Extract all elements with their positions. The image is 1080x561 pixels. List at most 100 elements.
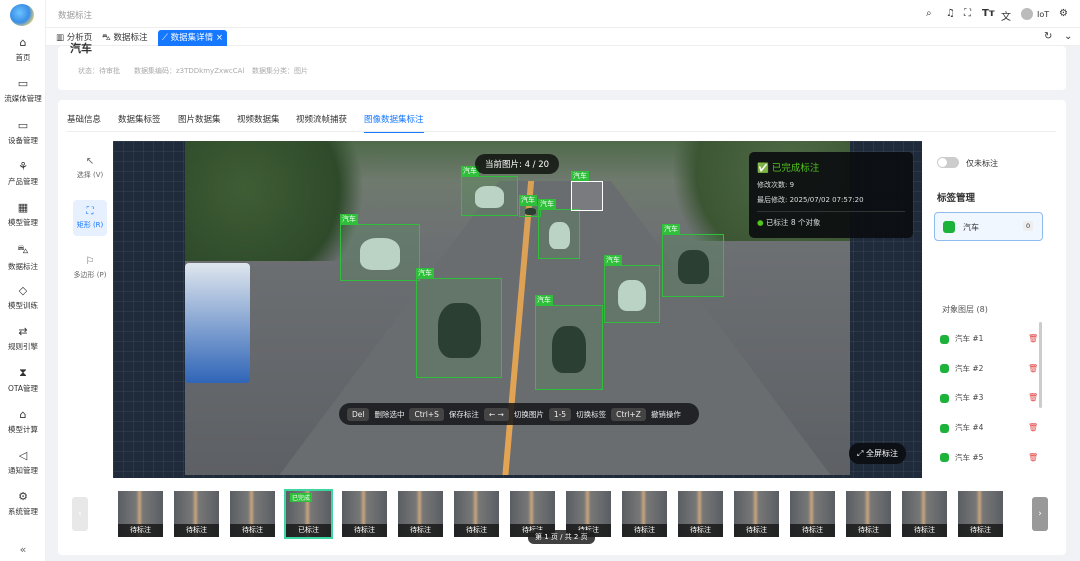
sidebar-item-2[interactable]: ▭ 设备管理 [0,119,46,146]
annotation-box[interactable]: 汽车 [461,166,518,216]
sidebar-item-3[interactable]: ⚘ 产品管理 [0,160,46,187]
sidebar-item-1[interactable]: ▭ 流媒体管理 [0,77,46,104]
annotation-box[interactable]: 汽车 [416,268,502,378]
sidebar-icon: ◁ [18,449,28,462]
hotkey-bar: Del 删除选中 Ctrl+S 保存标注 ← → 切换图片 1-5 切换标签 Ctrl+Z 撤销操… [339,403,699,425]
annotation-box[interactable]: 汽车 [538,199,580,259]
page-tab-5[interactable]: 图像数据集标注 [364,113,424,133]
thumbnail[interactable]: 待标注 [678,491,723,537]
sidebar-item-label: OTA管理 [7,384,39,394]
thumbnail[interactable]: 待标注 [958,491,1003,537]
sidebar-item-label: 模型管理 [8,218,38,228]
annotation-canvas[interactable]: 汽车 汽车 汽车 汽车 汽车 汽车 汽车 汽车 汽车 当前图片: 4 / 20 ✅ 已完成标注 … [113,141,922,478]
tool-2[interactable]: ⚐ 多边形 (P) [73,250,107,286]
selected-annotation-box[interactable]: 汽车 [571,171,603,211]
thumbnail[interactable]: 待标注 [622,491,667,537]
thumbnail-status: 待标注 [622,524,667,537]
hotkey-key: ← → [483,407,509,421]
close-icon[interactable]: × [216,33,223,43]
thumbnail-status: 待标注 [454,524,499,537]
annotation-box[interactable]: 汽车 [662,224,724,297]
only-unlabeled-toggle[interactable] [937,157,959,168]
sidebar-icon: ⚘ [18,159,28,173]
layers-scrollbar[interactable] [1039,322,1042,408]
thumbnail[interactable]: 待标注 [118,491,163,537]
translate-icon[interactable]: 文 [1001,8,1011,23]
page-tab-2[interactable]: 图片数据集 [178,113,221,125]
thumbnail[interactable]: 待标注 [454,491,499,537]
label-item-car[interactable]: 汽车 0 [934,212,1043,241]
expand-icon: ⤢ [857,449,866,458]
sidebar-icon: ⚙ [18,490,28,504]
sidebar-item-11[interactable]: ⚙ 系统管理 [0,490,46,517]
sidebar-item-9[interactable]: ⌂ 模型计算 [0,408,46,435]
hotkey-label: 撤销操作 [650,409,681,419]
avatar[interactable] [1021,8,1033,20]
layer-item[interactable]: 汽车 #3 🗑 [940,392,1040,404]
layer-color-swatch [940,334,949,344]
sidebar-item-10[interactable]: ◁ 通知管理 [0,449,46,476]
bell-icon[interactable]: ♫ [946,8,955,19]
layer-name: 汽车 #4 [955,423,984,433]
dataset-category: 数据集分类：图片 [252,67,308,75]
next-page-button[interactable]: › [1032,497,1048,531]
layer-item[interactable]: 汽车 #4 🗑 [940,422,1040,434]
box-label: 汽车 [538,199,556,209]
annotation-box[interactable]: 汽车 [340,214,420,281]
sidebar-item-0[interactable]: ⌂ 首页 [0,36,46,63]
thumbnail-status: 待标注 [230,524,275,537]
thumbnail[interactable]: 已完成 已标注 [284,489,333,539]
chevron-down-icon[interactable]: ⌄ [1064,31,1072,42]
thumbnail-status: 待标注 [734,524,779,537]
trash-icon[interactable]: 🗑 [1028,363,1038,375]
layer-color-swatch [940,393,949,403]
sidebar-item-6[interactable]: ◇ 模型训练 [0,284,46,311]
search-icon[interactable]: ⌕ [926,8,932,19]
tool-label: 矩形 (R) [76,221,104,229]
tool-0[interactable]: ↖ 选择 (V) [73,150,107,186]
layer-item[interactable]: 汽车 #5 🗑 [940,452,1040,464]
sidebar-item-5[interactable]: ⛍ 数据标注 [0,243,46,272]
label-color-swatch [943,221,955,233]
page-tab-1[interactable]: 数据集标签 [118,113,161,125]
sidebar-item-4[interactable]: ▦ 模型管理 [0,201,46,228]
gear-icon[interactable]: ⚙ [1059,8,1068,19]
annotation-box[interactable]: 汽车 [604,255,660,323]
sidebar-item-8[interactable]: ⧗ OTA管理 [0,366,46,394]
tab-data-annotation[interactable]: ⛍ 数据标注 [98,30,151,46]
user-name[interactable]: IoT [1037,10,1049,19]
thumbnail[interactable]: 待标注 [230,491,275,537]
tool-1[interactable]: ⛶ 矩形 (R) [73,200,107,236]
dataset-header: 汽车 状态：待审批 数据集编码：z3TDDkmyZxwcCAl 数据集分类：图片 [58,42,1066,90]
layer-name: 汽车 #2 [955,363,984,373]
layer-item[interactable]: 汽车 #2 🗑 [940,363,1040,375]
refresh-icon[interactable]: ↻ [1044,31,1052,42]
prev-page-button[interactable]: ‹ [72,497,88,531]
trash-icon[interactable]: 🗑 [1028,333,1038,345]
thumbnail[interactable]: 待标注 [734,491,779,537]
trash-icon[interactable]: 🗑 [1028,452,1038,464]
collapse-sidebar-button[interactable]: « [0,543,46,556]
fullscreen-icon[interactable]: ⛶ [964,8,971,19]
thumbnail[interactable]: 待标注 [398,491,443,537]
sidebar-item-7[interactable]: ⇄ 规则引擎 [0,325,46,352]
layer-item[interactable]: 汽车 #1 🗑 [940,333,1040,345]
thumbnail[interactable]: 待标注 [790,491,835,537]
page-tab-3[interactable]: 视频数据集 [237,113,280,125]
font-size-icon[interactable]: Tт [982,8,995,19]
box-label: 汽车 [604,255,622,265]
thumbnail[interactable]: 待标注 [174,491,219,537]
tab-dataset-detail[interactable]: ⟋ 数据集详情 × [158,30,227,46]
thumbnail[interactable]: 待标注 [342,491,387,537]
hotkey-key: 1-5 [548,407,572,421]
fullscreen-annotate-button[interactable]: ⤢ 全屏标注 [849,443,906,464]
layer-name: 汽车 #1 [955,334,984,343]
trash-icon[interactable]: 🗑 [1028,392,1038,404]
page-tab-4[interactable]: 视频流帧捕获 [296,113,347,125]
hotkey-label: 删除选中 [374,409,405,419]
trash-icon[interactable]: 🗑 [1028,422,1038,434]
page-tab-0[interactable]: 基础信息 [67,113,101,125]
thumbnail[interactable]: 待标注 [846,491,891,537]
annotation-box[interactable]: 汽车 [535,295,603,390]
thumbnail[interactable]: 待标注 [902,491,947,537]
